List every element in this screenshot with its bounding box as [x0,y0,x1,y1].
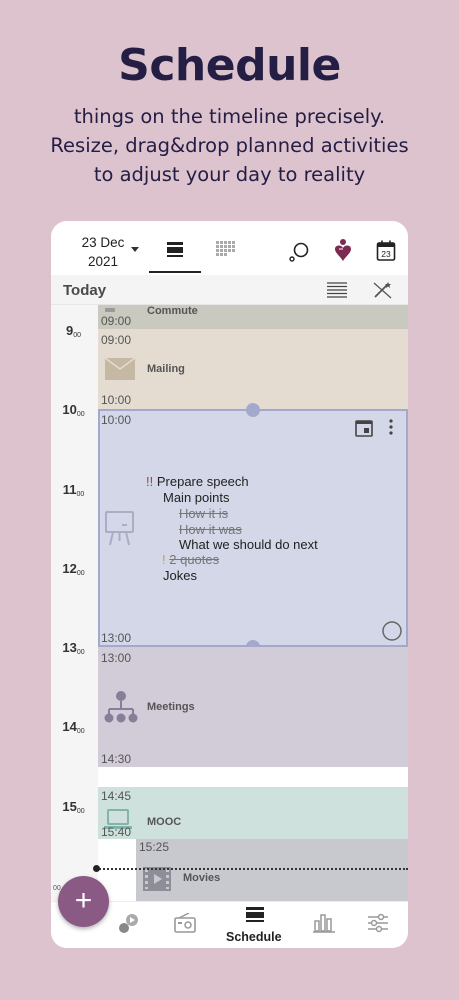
meetings-start: 13:00 [101,651,132,665]
phone-screen: 23 Dec 2021 23 Today 900 1000 1100 1200 … [51,221,408,948]
resize-handle-top[interactable] [246,403,260,417]
hour-label-15: 1500 [62,799,85,815]
speech-note-line-3: How it was [179,522,242,537]
current-time-dot [93,865,100,872]
search-icon[interactable] [288,241,310,263]
date-selector[interactable]: 23 Dec 2021 [63,233,143,271]
promo-title: Schedule [118,40,341,91]
promo-line-3: to adjust your day to reality [93,163,366,186]
list-view-icon[interactable] [327,282,347,298]
day-view-icon[interactable] [165,242,185,258]
hour-label-10: 1000 [62,402,85,418]
mooc-end: 15:40 [101,825,132,839]
sliders-icon[interactable] [368,913,388,933]
movies-title: Movies [183,872,221,884]
meetings-end: 14:30 [101,752,132,766]
mooc-title: MOOC [147,816,182,828]
promo-line-2: Resize, drag&drop planned activities [50,134,409,157]
more-vert-icon[interactable] [388,419,394,435]
activities-icon[interactable] [118,912,140,934]
radio-icon[interactable] [174,913,196,933]
hour-label-13: 1300 [62,640,85,656]
activity-mailing[interactable]: 09:00 Mailing 10:00 [98,329,408,409]
add-activity-button[interactable]: + [58,876,109,927]
speech-start: 10:00 [101,413,132,427]
schedule-tab-icon[interactable] [244,907,266,927]
magic-wand-off-icon[interactable] [373,281,393,299]
mailing-start: 09:00 [101,333,132,347]
activity-prepare-speech[interactable]: 10:00 !! Prepare speech Main points How [98,409,408,647]
activity-movies[interactable]: 15:25 Movies [136,839,408,901]
mooc-start: 14:45 [101,789,132,803]
meetings-title: Meetings [147,701,195,713]
envelope-icon [105,358,135,380]
speech-note-title: !! Prepare speech [146,474,249,489]
mailing-title: Mailing [147,363,185,375]
active-tab-indicator [149,271,201,273]
hour-label-14: 1400 [62,719,85,735]
today-label: Today [63,282,107,299]
activity-meetings[interactable]: 13:00 Meetings 14:30 [98,647,408,767]
speech-end: 13:00 [101,631,132,645]
mailing-end: 10:00 [101,393,132,407]
timeline[interactable]: 900 1000 1100 1200 1300 1400 1500 09:00 … [51,305,408,901]
top-bar: 23 Dec 2021 23 [51,221,408,275]
hour-label-9: 900 [65,323,82,339]
bar-chart-icon[interactable] [313,913,335,933]
grid-view-icon[interactable] [216,241,236,259]
chevron-down-icon[interactable] [131,247,139,252]
date-year: 2021 [87,254,119,269]
promo-line-1: things on the timeline precisely. [73,105,386,128]
speech-note-line-6: Jokes [163,568,197,583]
org-chart-icon [104,691,138,723]
car-icon [105,308,115,312]
speech-note-line-1: Main points [163,490,230,505]
speech-note-line-5: ! 2 quotes [162,552,220,567]
presentation-board-icon [105,511,134,546]
schedule-tab-label[interactable]: Schedule [226,930,282,944]
commute-start: 09:00 [101,314,132,328]
calendar-day: 23 [381,249,391,259]
commute-title: Commute [147,305,198,317]
calendar-small-icon[interactable] [355,419,373,437]
current-time-line [96,868,408,870]
speech-note-line-2: How it is [179,506,229,521]
hour-label-12: 1200 [62,561,85,577]
movies-start: 15:25 [139,840,170,854]
today-bar: Today [51,275,408,305]
check-circle-icon[interactable] [381,620,403,642]
activity-commute[interactable]: 09:00 Commute [98,305,408,329]
hour-label-11: 1100 [62,482,85,498]
calendar-icon[interactable]: 23 [376,240,396,262]
heart-person-icon[interactable] [334,238,352,264]
activity-mooc[interactable]: 14:45 MOOC 15:40 [98,787,408,839]
speech-note-line-4: What we should do next [179,537,318,552]
film-icon [143,867,171,891]
